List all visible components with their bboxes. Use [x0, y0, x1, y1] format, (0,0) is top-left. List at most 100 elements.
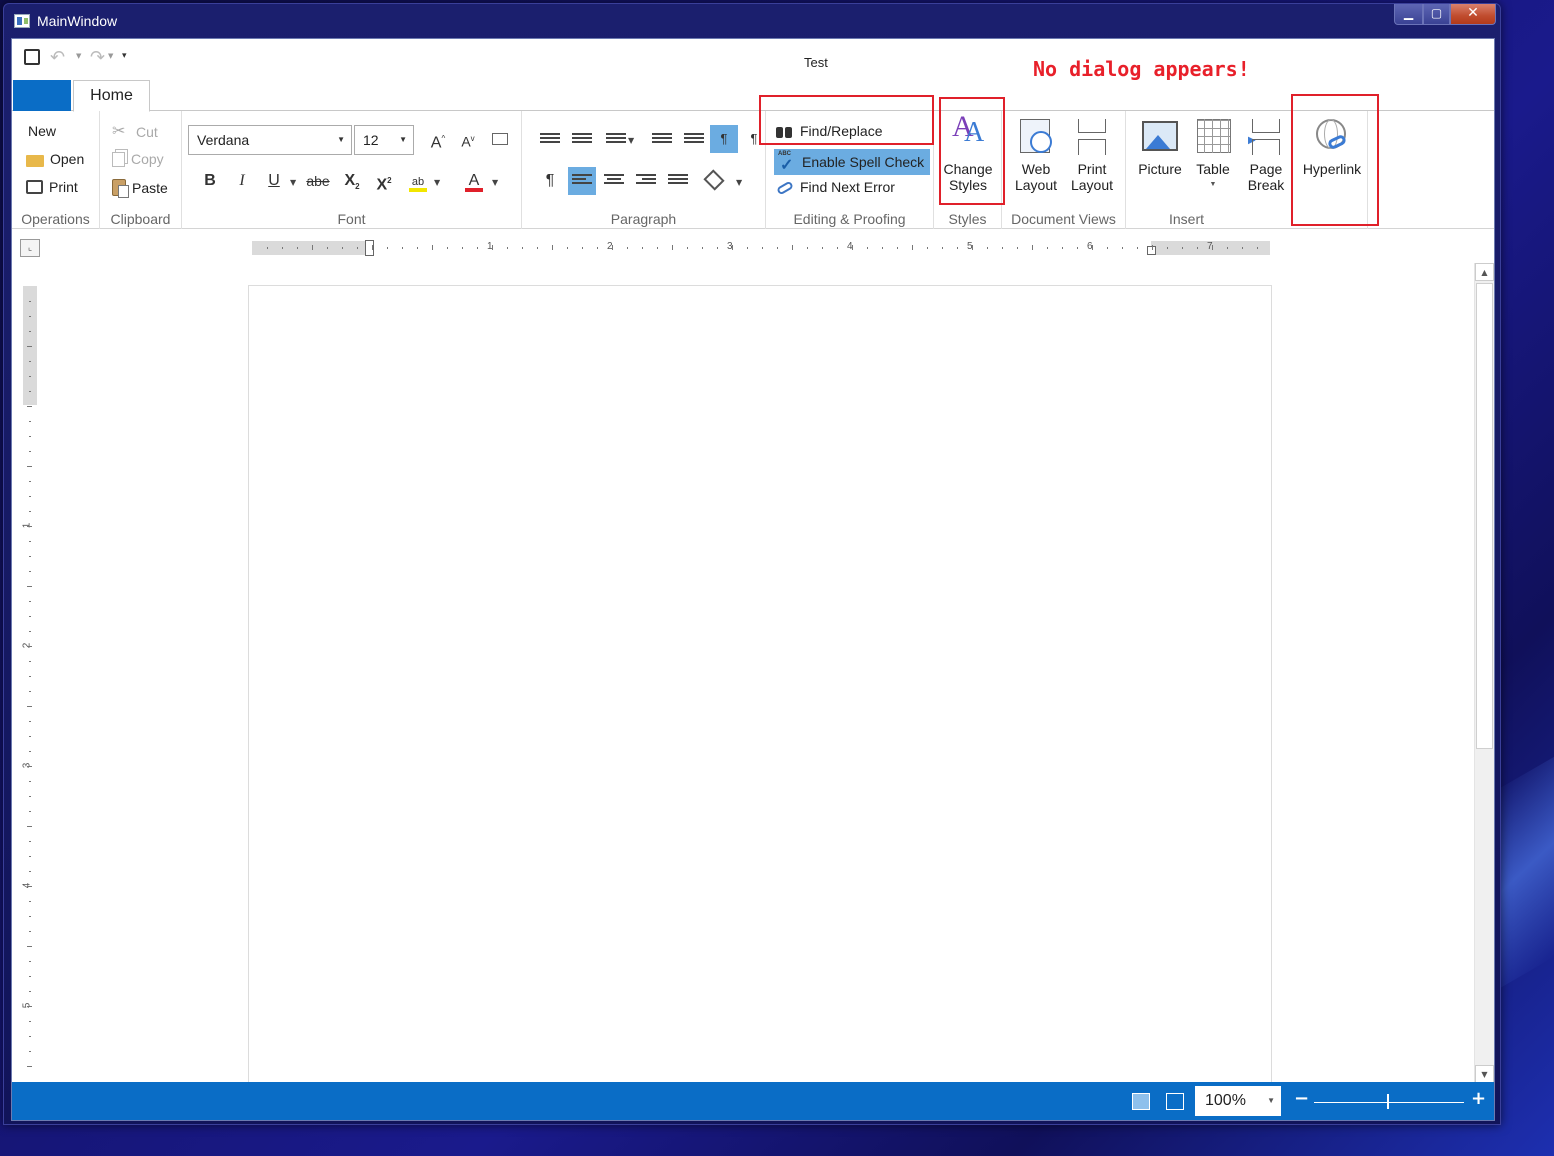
ruler-tick	[912, 245, 913, 250]
font-color-button[interactable]: A	[460, 167, 488, 195]
justify-button[interactable]	[664, 167, 692, 195]
group-paragraph: ▼ ¶ ¶ ¶ ▼ Paragraph	[522, 111, 766, 229]
group-document-views: Web Layout Print Layout Document Views	[1002, 111, 1126, 229]
subscript-button[interactable]: X2	[338, 167, 366, 195]
copy-button[interactable]: Copy	[112, 151, 164, 167]
page-break-button[interactable]: ▶ Page Break	[1240, 119, 1292, 193]
ruler-tick	[1137, 247, 1138, 249]
zoom-out-button[interactable]: −	[1294, 1088, 1309, 1109]
vertical-scrollbar[interactable]: ▲ ▼	[1474, 263, 1494, 1083]
print-layout-view-icon[interactable]	[1132, 1093, 1150, 1110]
ribbon: New Open Print Operations Cut	[12, 111, 1494, 385]
clear-formatting-button[interactable]	[486, 125, 514, 153]
close-button[interactable]: ✕	[1450, 4, 1496, 25]
title-bar[interactable]: MainWindow ▁ ▢ ✕	[4, 4, 1500, 38]
font-family-value: Verdana	[197, 132, 250, 148]
group-label-font: Font	[337, 211, 366, 227]
ruler-tick	[29, 721, 31, 722]
group-label-styles: Styles	[948, 211, 987, 227]
align-left-button[interactable]	[568, 167, 596, 195]
table-button[interactable]: Table ▼	[1188, 119, 1238, 193]
copy-label: Copy	[131, 151, 164, 167]
align-right-button[interactable]	[632, 167, 660, 195]
horizontal-ruler[interactable]: 1 2 3 4 5 6 7	[252, 238, 1270, 258]
main-window: MainWindow ▁ ▢ ✕ ↶ ▼ ↷ ▼ ▾ Test No dialo…	[3, 3, 1501, 1125]
open-button[interactable]: Open	[26, 151, 84, 167]
find-next-error-button[interactable]: Find Next Error	[776, 179, 895, 196]
shrink-font-button[interactable]: Av	[454, 125, 482, 153]
numbering-button[interactable]	[566, 125, 594, 153]
ruler-tick	[29, 556, 31, 557]
ruler-tick	[29, 1036, 31, 1037]
font-family-combo[interactable]: Verdana ▼	[188, 125, 352, 155]
grow-font-button[interactable]: A^	[424, 125, 452, 153]
ruler-tick	[29, 781, 31, 782]
shading-button[interactable]	[700, 167, 728, 195]
print-layout-button[interactable]: Print Layout	[1064, 119, 1120, 193]
zoom-in-button[interactable]: +	[1471, 1088, 1486, 1109]
ruler-tick	[597, 247, 598, 249]
print-layout-label-2: Layout	[1070, 177, 1114, 193]
clear-formatting-icon	[492, 133, 508, 145]
document-page[interactable]	[248, 285, 1272, 1085]
picture-button[interactable]: Picture	[1132, 119, 1188, 177]
zoom-combo[interactable]: 100% ▼	[1195, 1086, 1281, 1116]
tab-selector[interactable]: ⌞	[20, 239, 40, 257]
bullets-button[interactable]	[534, 125, 562, 153]
ruler-tick	[672, 245, 673, 250]
ruler-tick	[29, 661, 31, 662]
paste-button[interactable]: Paste	[112, 179, 168, 198]
print-button[interactable]: Print	[26, 179, 78, 195]
ruler-tick	[29, 571, 31, 572]
strikethrough-button[interactable]: abe	[304, 167, 332, 195]
scroll-down-icon[interactable]: ▼	[1475, 1065, 1494, 1083]
shading-dropdown-icon[interactable]: ▼	[736, 178, 742, 187]
ruler-tick	[1242, 247, 1243, 249]
maximize-button[interactable]: ▢	[1423, 4, 1450, 25]
align-center-button[interactable]	[600, 167, 628, 195]
ltr-button[interactable]: ¶	[710, 125, 738, 153]
web-layout-view-icon[interactable]	[1166, 1093, 1184, 1110]
redo-dropdown-icon[interactable]: ▼	[108, 52, 113, 60]
italic-button[interactable]: I	[228, 167, 256, 195]
multilevel-dropdown-icon[interactable]: ▼	[628, 136, 634, 145]
ruler-tick	[1227, 247, 1228, 249]
highlight-dropdown-icon[interactable]: ▼	[434, 178, 440, 187]
ruler-tick	[327, 247, 328, 249]
zoom-slider-track[interactable]	[1314, 1102, 1464, 1103]
ruler-tick	[627, 247, 628, 249]
bold-button[interactable]: B	[196, 167, 224, 195]
tab-home[interactable]: Home	[73, 80, 150, 112]
scroll-thumb[interactable]	[1476, 283, 1493, 749]
vertical-ruler[interactable]: 1 2 3 4 5	[21, 286, 39, 1081]
superscript-button[interactable]: X2	[370, 167, 398, 195]
zoom-slider-thumb[interactable]	[1387, 1094, 1389, 1109]
minimize-button[interactable]: ▁	[1394, 4, 1423, 25]
document-title: Test	[804, 55, 828, 70]
font-color-dropdown-icon[interactable]: ▼	[492, 178, 498, 187]
ruler-tick	[297, 247, 298, 249]
tab-file[interactable]	[13, 80, 71, 111]
ruler-tick	[1032, 245, 1033, 250]
web-layout-button[interactable]: Web Layout	[1008, 119, 1064, 193]
underline-dropdown-icon[interactable]: ▼	[290, 178, 296, 187]
new-button[interactable]: New	[28, 123, 277, 385]
increase-indent-button[interactable]	[678, 125, 706, 153]
font-size-combo[interactable]: 12 ▼	[354, 125, 414, 155]
enable-spell-check-button[interactable]: ABC ✓ Enable Spell Check	[774, 149, 930, 175]
undo-dropdown-icon[interactable]: ▼	[76, 52, 81, 60]
highlight-color-button[interactable]: ab	[404, 167, 432, 195]
multilevel-list-button[interactable]	[600, 125, 628, 153]
ruler-tick	[27, 766, 32, 767]
underline-button[interactable]: U	[260, 167, 288, 195]
cut-button[interactable]: Cut	[112, 121, 158, 141]
scroll-up-icon[interactable]: ▲	[1475, 263, 1494, 281]
customize-qat-icon[interactable]: ▾	[122, 51, 127, 61]
spell-check-label: Enable Spell Check	[802, 154, 925, 170]
save-icon[interactable]	[24, 49, 40, 65]
show-formatting-button[interactable]: ¶	[536, 167, 564, 195]
group-label-insert: Insert	[1168, 211, 1204, 227]
undo-icon[interactable]: ↶	[50, 47, 65, 68]
redo-icon[interactable]: ↷	[90, 47, 105, 68]
decrease-indent-button[interactable]	[646, 125, 674, 153]
